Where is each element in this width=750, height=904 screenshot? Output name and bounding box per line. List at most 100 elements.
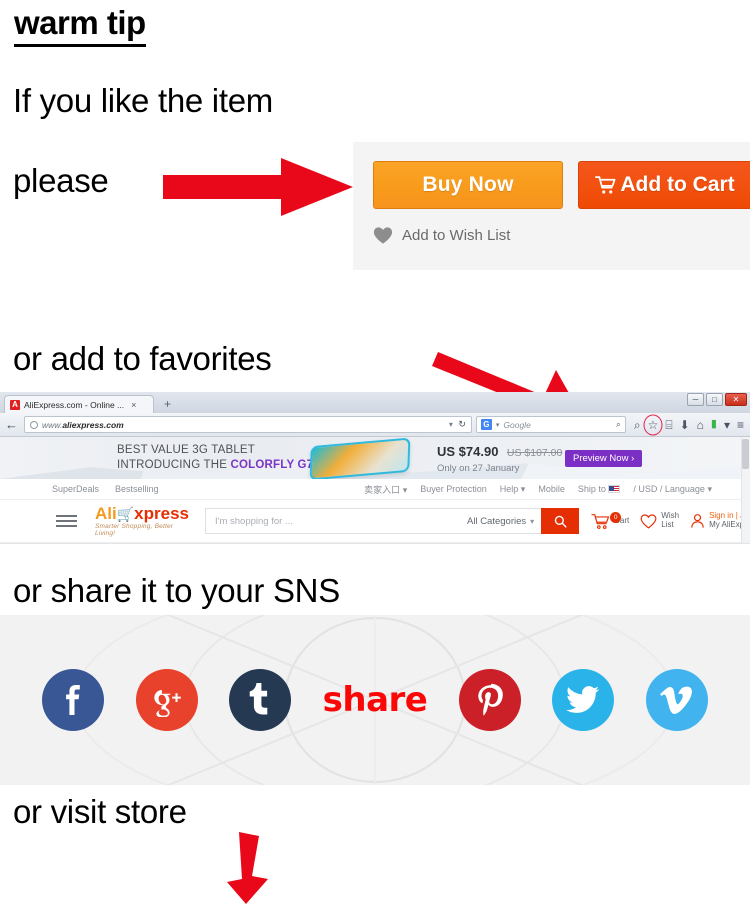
new-tab-button[interactable]: + xyxy=(164,397,171,411)
heart-icon xyxy=(640,513,657,529)
buy-now-label: Buy Now xyxy=(422,173,514,196)
tumblr-glyph xyxy=(249,683,268,715)
buy-panel: Buy Now Add to Cart Add to Wish List xyxy=(353,142,750,270)
nav-seller-entrance[interactable]: 卖家入口 ▾ xyxy=(364,483,407,496)
nav-currency-language[interactable]: / USD / Language ▾ xyxy=(633,484,712,495)
browser-viewport: BEST VALUE 3G TABLET INTRODUCING THE COL… xyxy=(0,437,750,543)
scrollbar-thumb[interactable] xyxy=(742,439,749,469)
cart-icon xyxy=(591,513,610,529)
nav-mobile[interactable]: Mobile xyxy=(538,484,565,494)
arrow-down-icon xyxy=(227,832,268,904)
google-plus-glyph xyxy=(153,689,181,717)
vimeo-icon[interactable] xyxy=(646,669,708,731)
search-provider-caret-icon[interactable]: ▾ xyxy=(496,421,500,429)
nav-help[interactable]: Help ▾ xyxy=(500,484,526,495)
top-nav-right: 卖家入口 ▾ Buyer Protection Help ▾ Mobile Sh… xyxy=(364,483,712,496)
twitter-icon[interactable] xyxy=(552,669,615,731)
wish-list-label: Add to Wish List xyxy=(402,227,511,244)
browser-search-box[interactable]: G ▾ Google ⌕ xyxy=(475,416,626,433)
window-controls: ─ □ ✕ xyxy=(687,393,747,406)
logo-cart-icon: 🛒 xyxy=(116,506,135,522)
category-label: All Categories xyxy=(467,515,527,527)
add-to-cart-button[interactable]: Add to Cart xyxy=(578,161,750,209)
instruction-line-1: If you like the item xyxy=(13,82,273,119)
page-scrollbar[interactable] xyxy=(741,437,750,543)
tumblr-icon[interactable] xyxy=(229,669,292,731)
wish-label-block: Wish List xyxy=(661,511,679,530)
browser-search-placeholder: Google xyxy=(503,419,531,430)
menu-icon[interactable]: ≡ xyxy=(737,419,744,431)
site-search: I'm shopping for ... All Categories ▾ xyxy=(205,508,580,534)
cart-icon xyxy=(595,176,616,194)
search-input[interactable]: I'm shopping for ... xyxy=(205,508,460,534)
search-icon xyxy=(554,515,567,528)
cart-count-badge: 0 xyxy=(610,511,622,523)
social-share-band: share xyxy=(0,615,750,785)
buy-button-row: Buy Now Add to Cart xyxy=(373,161,750,209)
home-icon[interactable]: ⌂ xyxy=(697,419,704,431)
search-button[interactable] xyxy=(541,508,580,534)
instruction-line-visit-store: or visit store xyxy=(13,793,187,830)
share-word: share xyxy=(322,680,428,720)
logo-ali: Ali xyxy=(95,504,117,523)
nav-superdeals[interactable]: SuperDeals xyxy=(52,484,99,494)
search-icon[interactable]: ⌕ xyxy=(634,419,641,431)
wish-list-button[interactable]: Wish List xyxy=(640,511,679,530)
promo-line-2: INTRODUCING THE COLORFLY G708 xyxy=(117,458,327,471)
google-plus-icon[interactable] xyxy=(135,669,198,731)
maximize-button[interactable]: □ xyxy=(706,393,723,406)
browser-toolbar-icons: ⌕ ☆ ⌸ ⬇ ⌂ ▮ ▾ ≡ xyxy=(634,414,744,435)
site-main-header: Ali🛒xpress Smarter Shopping, Better Livi… xyxy=(0,500,750,543)
twitter-glyph xyxy=(566,686,600,713)
aliexpress-logo[interactable]: Ali🛒xpress Smarter Shopping, Better Livi… xyxy=(95,505,189,537)
preview-now-button[interactable]: Preview Now › xyxy=(565,450,643,467)
bookmark-star-icon[interactable]: ☆ xyxy=(643,414,663,435)
category-select[interactable]: All Categories ▾ xyxy=(460,508,542,534)
search-magnifier-icon: ⌕ xyxy=(615,419,621,429)
reload-icon[interactable]: ↻ xyxy=(458,419,466,430)
address-bar-url: www.aliexpress.com xyxy=(42,419,124,430)
address-bar[interactable]: www.aliexpress.com ▾ ↻ xyxy=(24,416,472,433)
vimeo-glyph xyxy=(660,686,693,714)
nav-buyer-protection[interactable]: Buyer Protection xyxy=(420,484,487,494)
header-actions: 0 Cart Wish List Sign in | My AliEx xyxy=(591,511,750,530)
heart-icon xyxy=(373,227,393,244)
facebook-icon[interactable] xyxy=(42,669,104,731)
promo-banner[interactable]: BEST VALUE 3G TABLET INTRODUCING THE COL… xyxy=(0,437,750,479)
download-icon[interactable]: ⬇ xyxy=(680,419,690,431)
browser-tab-title: AliExpress.com - Online ... xyxy=(24,399,125,410)
wish-label-line2: List xyxy=(661,520,674,529)
reading-list-icon[interactable]: ⌸ xyxy=(665,419,672,431)
favicon-icon: A xyxy=(10,399,20,410)
add-to-wish-list-button[interactable]: Add to Wish List xyxy=(373,226,510,245)
extension-caret-icon[interactable]: ▾ xyxy=(724,419,730,431)
chevron-down-icon: ▾ xyxy=(530,516,535,526)
social-icons-row: share xyxy=(0,615,750,785)
address-dropdown-icon[interactable]: ▾ xyxy=(449,420,453,429)
buy-now-button[interactable]: Buy Now xyxy=(373,161,563,209)
facebook-glyph xyxy=(66,685,80,715)
extension-icon[interactable]: ▮ xyxy=(711,419,717,430)
logo-xpress: xpress xyxy=(134,504,189,523)
search-placeholder: I'm shopping for ... xyxy=(215,515,293,527)
close-button[interactable]: ✕ xyxy=(725,393,747,406)
instruction-line-2: please xyxy=(13,162,109,199)
nav-ship-to[interactable]: Ship to xyxy=(578,484,621,494)
back-icon[interactable]: ← xyxy=(5,417,18,432)
browser-window: A AliExpress.com - Online ... × + ─ □ ✕ … xyxy=(0,392,750,544)
browser-tab[interactable]: A AliExpress.com - Online ... × xyxy=(4,395,154,413)
instruction-line-favorites: or add to favorites xyxy=(13,340,272,377)
arrow-right-icon xyxy=(163,158,353,216)
nav-bestselling[interactable]: Bestselling xyxy=(115,484,159,494)
add-to-cart-label: Add to Cart xyxy=(620,173,735,196)
tab-close-icon[interactable]: × xyxy=(131,400,136,410)
page-title: warm tip xyxy=(14,5,146,47)
cart-button[interactable]: 0 Cart xyxy=(591,511,629,530)
promo-price-old: US $107.00 xyxy=(506,447,563,459)
minimize-button[interactable]: ─ xyxy=(687,393,704,406)
browser-navbar: ← www.aliexpress.com ▾ ↻ G ▾ Google ⌕ ⌕ … xyxy=(0,413,750,437)
pinterest-icon[interactable] xyxy=(458,669,521,731)
site-identity-icon xyxy=(30,420,38,429)
categories-menu-icon[interactable] xyxy=(56,515,77,527)
top-nav-left: SuperDeals Bestselling xyxy=(52,484,159,494)
